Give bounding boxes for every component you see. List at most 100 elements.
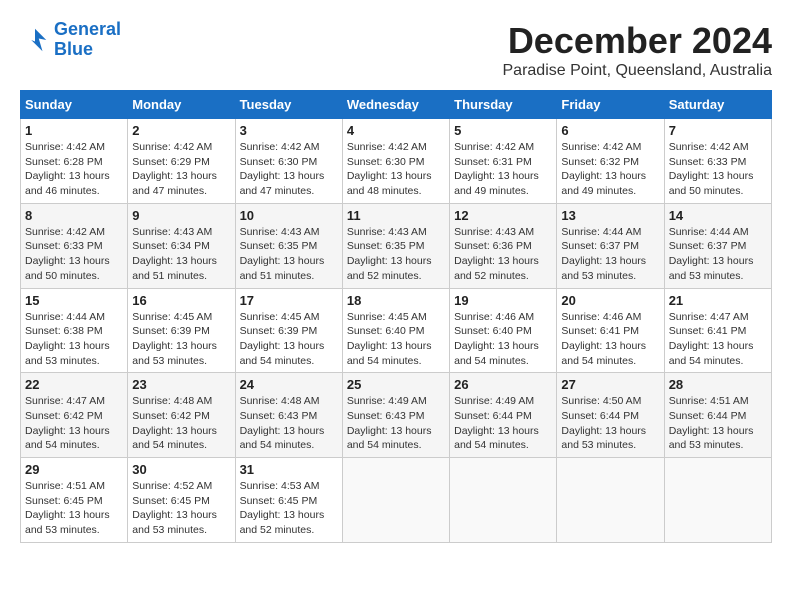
- calendar-day-cell: 2Sunrise: 4:42 AM Sunset: 6:29 PM Daylig…: [128, 119, 235, 204]
- day-info: Sunrise: 4:50 AM Sunset: 6:44 PM Dayligh…: [561, 394, 659, 453]
- logo-text: General Blue: [54, 20, 121, 60]
- day-info: Sunrise: 4:48 AM Sunset: 6:43 PM Dayligh…: [240, 394, 338, 453]
- day-number: 18: [347, 293, 445, 308]
- day-info: Sunrise: 4:43 AM Sunset: 6:35 PM Dayligh…: [240, 225, 338, 284]
- day-number: 23: [132, 377, 230, 392]
- day-info: Sunrise: 4:51 AM Sunset: 6:44 PM Dayligh…: [669, 394, 767, 453]
- day-number: 5: [454, 123, 552, 138]
- location-title: Paradise Point, Queensland, Australia: [503, 62, 773, 80]
- calendar-day-cell: 31Sunrise: 4:53 AM Sunset: 6:45 PM Dayli…: [235, 458, 342, 543]
- day-number: 6: [561, 123, 659, 138]
- weekday-header: Tuesday: [235, 91, 342, 119]
- day-info: Sunrise: 4:42 AM Sunset: 6:33 PM Dayligh…: [25, 225, 123, 284]
- day-info: Sunrise: 4:44 AM Sunset: 6:37 PM Dayligh…: [561, 225, 659, 284]
- calendar-week-row: 1 Sunrise: 4:42 AM Sunset: 6:28 PM Daylig…: [21, 119, 772, 204]
- day-number: 16: [132, 293, 230, 308]
- calendar-day-cell: 28 Sunrise: 4:51 AM Sunset: 6:44 PM Dayli…: [664, 373, 771, 458]
- calendar-day-cell: 29 Sunrise: 4:51 AM Sunset: 6:45 PM Dayli…: [21, 458, 128, 543]
- weekday-header: Thursday: [450, 91, 557, 119]
- day-info: Sunrise: 4:47 AM Sunset: 6:41 PM Dayligh…: [669, 310, 767, 369]
- day-number: 10: [240, 208, 338, 223]
- calendar-day-cell: 8 Sunrise: 4:42 AM Sunset: 6:33 PM Daylig…: [21, 203, 128, 288]
- calendar-day-cell: [664, 458, 771, 543]
- weekday-header: Saturday: [664, 91, 771, 119]
- weekday-header: Monday: [128, 91, 235, 119]
- title-block: December 2024 Paradise Point, Queensland…: [503, 20, 773, 80]
- day-number: 22: [25, 377, 123, 392]
- calendar-header-row: SundayMondayTuesdayWednesdayThursdayFrid…: [21, 91, 772, 119]
- calendar-table: SundayMondayTuesdayWednesdayThursdayFrid…: [20, 90, 772, 543]
- calendar-day-cell: 30 Sunrise: 4:52 AM Sunset: 6:45 PM Dayli…: [128, 458, 235, 543]
- calendar-day-cell: 23 Sunrise: 4:48 AM Sunset: 6:42 PM Dayli…: [128, 373, 235, 458]
- day-info: Sunrise: 4:46 AM Sunset: 6:40 PM Dayligh…: [454, 310, 552, 369]
- weekday-header: Sunday: [21, 91, 128, 119]
- calendar-week-row: 22Sunrise: 4:47 AM Sunset: 6:42 PM Dayli…: [21, 373, 772, 458]
- day-info: Sunrise: 4:45 AM Sunset: 6:39 PM Dayligh…: [132, 310, 230, 369]
- day-info: Sunrise: 4:53 AM Sunset: 6:45 PM Dayligh…: [240, 479, 338, 538]
- day-number: 1: [25, 123, 123, 138]
- day-number: 4: [347, 123, 445, 138]
- calendar-day-cell: 18 Sunrise: 4:45 AM Sunset: 6:40 PM Dayli…: [342, 288, 449, 373]
- page-header: General Blue December 2024 Paradise Poin…: [20, 20, 772, 80]
- calendar-week-row: 8 Sunrise: 4:42 AM Sunset: 6:33 PM Daylig…: [21, 203, 772, 288]
- day-info: Sunrise: 4:42 AM Sunset: 6:33 PM Dayligh…: [669, 140, 767, 199]
- day-number: 19: [454, 293, 552, 308]
- logo-icon: [20, 25, 50, 55]
- day-info: Sunrise: 4:49 AM Sunset: 6:43 PM Dayligh…: [347, 394, 445, 453]
- day-info: Sunrise: 4:42 AM Sunset: 6:32 PM Dayligh…: [561, 140, 659, 199]
- calendar-day-cell: 20 Sunrise: 4:46 AM Sunset: 6:41 PM Dayli…: [557, 288, 664, 373]
- day-info: Sunrise: 4:44 AM Sunset: 6:38 PM Dayligh…: [25, 310, 123, 369]
- day-number: 14: [669, 208, 767, 223]
- calendar-day-cell: 22Sunrise: 4:47 AM Sunset: 6:42 PM Dayli…: [21, 373, 128, 458]
- day-info: Sunrise: 4:42 AM Sunset: 6:28 PM Dayligh…: [25, 140, 123, 199]
- calendar-day-cell: 13 Sunrise: 4:44 AM Sunset: 6:37 PM Dayli…: [557, 203, 664, 288]
- day-info: Sunrise: 4:48 AM Sunset: 6:42 PM Dayligh…: [132, 394, 230, 453]
- calendar-day-cell: 17 Sunrise: 4:45 AM Sunset: 6:39 PM Dayli…: [235, 288, 342, 373]
- day-number: 20: [561, 293, 659, 308]
- calendar-day-cell: 15Sunrise: 4:44 AM Sunset: 6:38 PM Dayli…: [21, 288, 128, 373]
- calendar-day-cell: [342, 458, 449, 543]
- calendar-day-cell: 3Sunrise: 4:42 AM Sunset: 6:30 PM Daylig…: [235, 119, 342, 204]
- day-number: 27: [561, 377, 659, 392]
- day-info: Sunrise: 4:44 AM Sunset: 6:37 PM Dayligh…: [669, 225, 767, 284]
- day-number: 30: [132, 462, 230, 477]
- day-number: 17: [240, 293, 338, 308]
- calendar-day-cell: 4Sunrise: 4:42 AM Sunset: 6:30 PM Daylig…: [342, 119, 449, 204]
- day-number: 8: [25, 208, 123, 223]
- calendar-day-cell: 21Sunrise: 4:47 AM Sunset: 6:41 PM Dayli…: [664, 288, 771, 373]
- day-info: Sunrise: 4:42 AM Sunset: 6:29 PM Dayligh…: [132, 140, 230, 199]
- calendar-day-cell: 27 Sunrise: 4:50 AM Sunset: 6:44 PM Dayli…: [557, 373, 664, 458]
- day-number: 13: [561, 208, 659, 223]
- calendar-day-cell: 11 Sunrise: 4:43 AM Sunset: 6:35 PM Dayli…: [342, 203, 449, 288]
- calendar-day-cell: 6 Sunrise: 4:42 AM Sunset: 6:32 PM Daylig…: [557, 119, 664, 204]
- day-number: 25: [347, 377, 445, 392]
- day-info: Sunrise: 4:52 AM Sunset: 6:45 PM Dayligh…: [132, 479, 230, 538]
- calendar-day-cell: 1 Sunrise: 4:42 AM Sunset: 6:28 PM Daylig…: [21, 119, 128, 204]
- day-info: Sunrise: 4:43 AM Sunset: 6:34 PM Dayligh…: [132, 225, 230, 284]
- calendar-day-cell: 14 Sunrise: 4:44 AM Sunset: 6:37 PM Dayli…: [664, 203, 771, 288]
- calendar-day-cell: 26Sunrise: 4:49 AM Sunset: 6:44 PM Dayli…: [450, 373, 557, 458]
- day-number: 9: [132, 208, 230, 223]
- day-number: 26: [454, 377, 552, 392]
- day-number: 29: [25, 462, 123, 477]
- day-info: Sunrise: 4:45 AM Sunset: 6:39 PM Dayligh…: [240, 310, 338, 369]
- calendar-day-cell: 19 Sunrise: 4:46 AM Sunset: 6:40 PM Dayli…: [450, 288, 557, 373]
- weekday-header: Wednesday: [342, 91, 449, 119]
- weekday-header: Friday: [557, 91, 664, 119]
- month-title: December 2024: [503, 20, 773, 62]
- calendar-day-cell: 10 Sunrise: 4:43 AM Sunset: 6:35 PM Dayli…: [235, 203, 342, 288]
- day-info: Sunrise: 4:43 AM Sunset: 6:36 PM Dayligh…: [454, 225, 552, 284]
- calendar-day-cell: 12 Sunrise: 4:43 AM Sunset: 6:36 PM Dayli…: [450, 203, 557, 288]
- logo: General Blue: [20, 20, 121, 60]
- calendar-day-cell: 9 Sunrise: 4:43 AM Sunset: 6:34 PM Daylig…: [128, 203, 235, 288]
- calendar-week-row: 29 Sunrise: 4:51 AM Sunset: 6:45 PM Dayli…: [21, 458, 772, 543]
- day-info: Sunrise: 4:43 AM Sunset: 6:35 PM Dayligh…: [347, 225, 445, 284]
- day-number: 28: [669, 377, 767, 392]
- day-info: Sunrise: 4:42 AM Sunset: 6:31 PM Dayligh…: [454, 140, 552, 199]
- day-info: Sunrise: 4:51 AM Sunset: 6:45 PM Dayligh…: [25, 479, 123, 538]
- day-info: Sunrise: 4:46 AM Sunset: 6:41 PM Dayligh…: [561, 310, 659, 369]
- day-info: Sunrise: 4:45 AM Sunset: 6:40 PM Dayligh…: [347, 310, 445, 369]
- calendar-day-cell: 7Sunrise: 4:42 AM Sunset: 6:33 PM Daylig…: [664, 119, 771, 204]
- day-number: 11: [347, 208, 445, 223]
- day-number: 12: [454, 208, 552, 223]
